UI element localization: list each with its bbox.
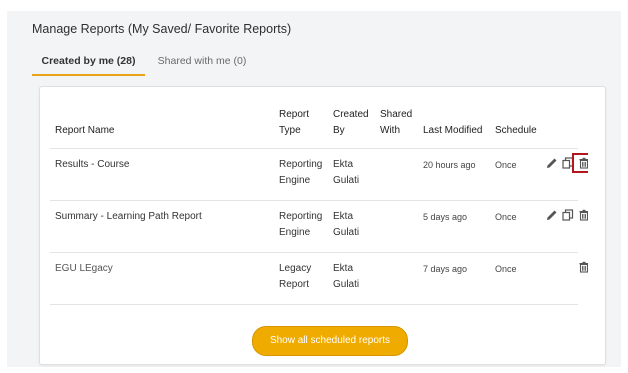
header-shared-with-line1: Shared xyxy=(380,109,413,120)
created-by-line2: Gulati xyxy=(333,175,360,186)
table-row[interactable]: EGU LEgacy Legacy Report Ekta Gulati 7 d… xyxy=(50,252,588,305)
created-by-line1: Ekta xyxy=(333,159,354,170)
created-by-line1: Ekta xyxy=(333,211,354,222)
report-type-line1: Reporting xyxy=(279,211,323,222)
page-title: Manage Reports (My Saved/ Favorite Repor… xyxy=(32,22,292,36)
tab-label: Shared with me (0) xyxy=(157,55,247,67)
created-by-line1: Ekta xyxy=(333,263,354,274)
header-created-by-line2: By xyxy=(333,125,345,136)
report-name[interactable]: Results - Course xyxy=(55,157,129,173)
reports-card: Report Name Report Type Created By Share… xyxy=(39,86,606,365)
tab-shared-with-me[interactable]: Shared with me (0) xyxy=(154,49,250,73)
header-last-modified: Last Modified xyxy=(423,125,483,136)
header-report-type-line1: Report xyxy=(279,109,310,120)
report-name[interactable]: Summary - Learning Path Report xyxy=(55,209,202,225)
table-row[interactable]: Results - Course Reporting Engine Ekta G… xyxy=(50,148,588,201)
report-type-line2: Report xyxy=(279,279,310,290)
table-row[interactable]: Summary - Learning Path Report Reporting… xyxy=(50,200,588,253)
table-scrollbar[interactable] xyxy=(605,87,606,315)
header-report-name: Report Name xyxy=(55,125,115,136)
report-type-line1: Reporting xyxy=(279,159,323,170)
table-row[interactable] xyxy=(50,304,578,315)
show-all-scheduled-reports-button[interactable]: Show all scheduled reports xyxy=(252,326,408,356)
last-modified: 7 days ago xyxy=(423,264,468,274)
report-type-line2: Engine xyxy=(279,227,311,238)
report-type-line1: Legacy xyxy=(279,263,312,274)
header-report-type-line2: Type xyxy=(279,125,301,136)
last-modified: 5 days ago xyxy=(423,212,468,222)
trash-icon[interactable] xyxy=(578,209,588,223)
delete-highlight-box xyxy=(572,153,588,173)
schedule: Once xyxy=(495,160,517,170)
trash-icon[interactable] xyxy=(578,261,588,275)
header-schedule: Schedule xyxy=(495,125,537,136)
schedule: Once xyxy=(495,264,517,274)
last-modified: 20 hours ago xyxy=(423,160,476,170)
header-created-by-line1: Created xyxy=(333,109,369,120)
header-shared-with-line2: With xyxy=(380,125,400,136)
pencil-icon[interactable] xyxy=(546,157,560,171)
created-by-line2: Gulati xyxy=(333,279,360,290)
copy-icon[interactable] xyxy=(562,209,576,223)
report-name[interactable]: EGU LEgacy xyxy=(55,261,113,277)
report-tabs: Created by me (28) Shared with me (0) xyxy=(32,49,622,77)
pencil-icon[interactable] xyxy=(546,209,560,223)
schedule: Once xyxy=(495,212,517,222)
tab-created-by-me[interactable]: Created by me (28) xyxy=(32,49,145,76)
active-tab-indicator xyxy=(32,74,145,76)
created-by-line2: Gulati xyxy=(333,227,360,238)
report-type-line2: Engine xyxy=(279,175,311,186)
tab-label: Created by me (28) xyxy=(41,55,136,67)
reports-table: Report Name Report Type Created By Share… xyxy=(40,87,588,315)
